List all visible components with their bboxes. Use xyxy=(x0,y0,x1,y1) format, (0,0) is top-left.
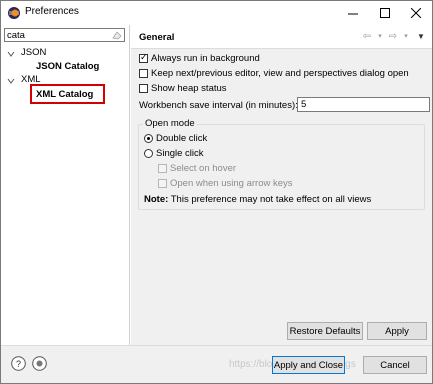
page-header: General ⇦ ▾ ⇨ ▾ ▼ xyxy=(131,25,432,49)
restore-defaults-button[interactable]: Restore Defaults xyxy=(287,322,363,340)
preference-page: General ⇦ ▾ ⇨ ▾ ▼ Always run in backgrou… xyxy=(131,25,432,345)
close-icon xyxy=(411,8,421,18)
svg-text:?: ? xyxy=(16,359,21,369)
dialog-button-bar: ? https://blog.csdn.net/cnblogs Apply an… xyxy=(1,345,432,383)
clear-filter-icon[interactable] xyxy=(112,30,122,40)
back-icon[interactable]: ⇦ xyxy=(361,31,373,43)
import-export-icon[interactable] xyxy=(32,356,47,371)
forward-icon[interactable]: ⇨ xyxy=(387,31,399,43)
minimize-button[interactable] xyxy=(338,1,368,25)
keep-dialog-open-checkbox[interactable] xyxy=(139,69,148,78)
filter-field[interactable] xyxy=(4,28,125,42)
note-label: Note: xyxy=(144,194,169,205)
save-interval-input[interactable]: 5 xyxy=(297,97,430,112)
open-arrow-keys-checkbox xyxy=(158,179,167,188)
single-click-option[interactable]: Single click xyxy=(144,148,204,159)
filter-input[interactable] xyxy=(5,29,105,41)
show-heap-checkbox[interactable] xyxy=(139,84,148,93)
collapse-xml-icon[interactable] xyxy=(7,77,15,85)
double-click-option[interactable]: Double click xyxy=(144,133,207,144)
forward-menu-icon[interactable]: ▾ xyxy=(400,31,412,43)
eclipse-icon xyxy=(8,7,20,19)
open-arrow-keys-option: Open when using arrow keys xyxy=(158,178,293,189)
maximize-icon xyxy=(380,8,390,18)
apply-button[interactable]: Apply xyxy=(367,322,427,340)
always-run-background-checkbox[interactable] xyxy=(139,52,148,63)
select-on-hover-label: Select on hover xyxy=(170,163,237,174)
title-bar: Preferences xyxy=(1,1,432,25)
note-text: Note: This preference may not take effec… xyxy=(144,194,371,205)
always-run-background-option[interactable]: Always run in background xyxy=(139,52,260,64)
apply-and-close-button[interactable]: Apply and Close xyxy=(272,356,345,374)
maximize-button[interactable] xyxy=(370,1,400,25)
open-arrow-keys-label: Open when using arrow keys xyxy=(170,178,293,189)
double-click-radio[interactable] xyxy=(144,134,153,143)
tree-item-xml-catalog[interactable]: XML Catalog xyxy=(36,89,93,100)
show-heap-label: Show heap status xyxy=(151,83,227,94)
select-on-hover-checkbox xyxy=(158,164,167,173)
keep-dialog-open-option[interactable]: Keep next/previous editor, view and pers… xyxy=(139,68,409,79)
cancel-button[interactable]: Cancel xyxy=(363,356,427,374)
open-mode-title: Open mode xyxy=(143,118,197,129)
always-run-background-label: Always run in background xyxy=(151,53,260,64)
help-icon[interactable]: ? xyxy=(11,356,26,371)
show-heap-option[interactable]: Show heap status xyxy=(139,83,227,94)
tree-item-json-catalog[interactable]: JSON Catalog xyxy=(36,61,99,72)
select-on-hover-option: Select on hover xyxy=(158,163,236,174)
close-button[interactable] xyxy=(401,1,431,25)
minimize-icon xyxy=(348,13,358,15)
preferences-tree-panel: JSON JSON Catalog XML XML Catalog xyxy=(1,25,130,345)
window-title: Preferences xyxy=(25,6,79,17)
double-click-label: Double click xyxy=(156,133,208,144)
page-title: General xyxy=(139,32,175,43)
view-menu-icon[interactable]: ▼ xyxy=(415,31,427,43)
back-menu-icon[interactable]: ▾ xyxy=(374,31,386,43)
tree-item-json[interactable]: JSON xyxy=(21,47,46,58)
keep-dialog-open-label: Keep next/previous editor, view and pers… xyxy=(151,68,409,79)
save-interval-label: Workbench save interval (in minutes): xyxy=(139,100,298,111)
single-click-radio[interactable] xyxy=(144,149,153,158)
note-message: This preference may not take effect on a… xyxy=(170,194,372,205)
preferences-window: Preferences JSON JSON Catalog XML XML Ca… xyxy=(0,0,433,384)
collapse-json-icon[interactable] xyxy=(7,50,15,58)
single-click-label: Single click xyxy=(156,148,204,159)
